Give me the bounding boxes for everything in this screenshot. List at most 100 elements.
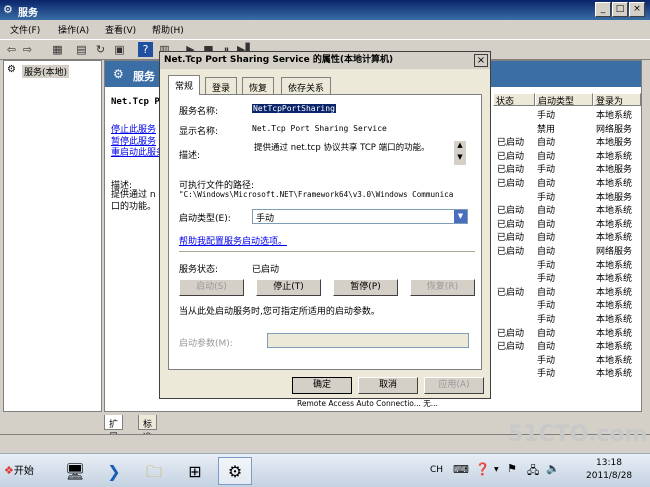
back-icon[interactable]: ⇦ xyxy=(4,42,19,57)
row-startup-type: 手动 xyxy=(537,274,556,285)
bottom-service-row[interactable]: Remote Access Auto Connectio... 无... xyxy=(297,398,438,409)
tree-toggle-icon[interactable]: ▦ xyxy=(50,42,65,57)
export-icon[interactable]: ▣ xyxy=(112,42,127,57)
maximize-button[interactable]: □ xyxy=(612,2,628,17)
dialog-close-button[interactable]: × xyxy=(474,54,488,67)
properties-icon[interactable]: ▤ xyxy=(74,42,89,57)
server-manager-icon[interactable]: 🖥 xyxy=(58,457,92,485)
row-startup-type: 自动 xyxy=(537,138,556,149)
properties-dialog: Net.Tcp Port Sharing Service 的属性(本地计算机) … xyxy=(159,51,491,399)
start-button[interactable]: ❖开始 xyxy=(2,459,42,483)
row-startup-type: 手动 xyxy=(537,355,556,366)
forward-icon[interactable]: ⇨ xyxy=(20,42,35,57)
tab-recovery[interactable]: 恢复 xyxy=(242,77,275,95)
column-logon[interactable]: 登录为 xyxy=(593,93,641,107)
table-row[interactable]: 已启动 自动 网络服务 xyxy=(493,243,643,257)
row-status: 已启动 xyxy=(497,151,525,162)
row-startup-type: 自动 xyxy=(537,287,556,298)
description-box[interactable]: 提供通过 net.tcp 协议共享 TCP 端口的功能。 ▲ ▼ xyxy=(251,140,467,166)
gear-icon: ⚙ xyxy=(113,67,124,81)
chevron-down-icon[interactable]: ▼ xyxy=(494,466,499,473)
service-status-value: 已启动 xyxy=(252,265,280,275)
menu-help[interactable]: 帮助(H) xyxy=(152,23,184,36)
table-row[interactable]: 已启动 自动 本地系统 xyxy=(493,216,643,230)
row-status: 已启动 xyxy=(497,328,525,339)
params-input[interactable] xyxy=(267,333,469,348)
table-row[interactable]: 手动 本地系统 xyxy=(493,352,643,366)
table-row[interactable]: 已启动 自动 本地系统 xyxy=(493,284,643,298)
help-icon[interactable]: ❓ xyxy=(475,462,490,476)
table-row[interactable]: 已启动 自动 本地系统 xyxy=(493,338,643,352)
tab-dependencies[interactable]: 依存关系 xyxy=(281,77,332,95)
menu-file[interactable]: 文件(F) xyxy=(10,23,40,36)
table-row[interactable]: 手动 本地系统 xyxy=(493,107,643,121)
resume-button[interactable]: 恢复(R) xyxy=(410,279,475,296)
volume-icon[interactable]: 🔈 xyxy=(546,462,560,475)
row-startup-type: 自动 xyxy=(537,328,556,339)
table-row[interactable]: 手动 本地系统 xyxy=(493,257,643,271)
pause-button[interactable]: 暂停(P) xyxy=(333,279,398,296)
table-row[interactable]: 手动 本地系统 xyxy=(493,270,643,284)
keyboard-icon[interactable]: ⌨ xyxy=(453,463,469,476)
table-row[interactable]: 已启动 自动 本地系统 xyxy=(493,148,643,162)
refresh-icon[interactable]: ↻ xyxy=(93,42,108,57)
clock-time[interactable]: 13:18 xyxy=(596,458,622,468)
tab-standard[interactable]: 标准 xyxy=(138,415,158,443)
chevron-down-icon[interactable]: ▼ xyxy=(454,210,467,223)
general-tab-panel: 服务名称: NetTcpPortSharing 显示名称: Net.Tcp Po… xyxy=(168,94,482,370)
table-row[interactable]: 手动 本地服务 xyxy=(493,189,643,203)
tab-extended[interactable]: 扩展 xyxy=(104,415,124,443)
language-indicator[interactable]: CH xyxy=(430,465,443,475)
column-status[interactable]: 状态 xyxy=(493,93,535,107)
row-status: 已启动 xyxy=(497,206,525,217)
scroll-down-icon[interactable]: ▼ xyxy=(454,153,466,165)
display-name-value[interactable]: Net.Tcp Port Sharing Service xyxy=(252,124,387,133)
dialog-title[interactable]: Net.Tcp Port Sharing Service 的属性(本地计算机) xyxy=(160,52,490,69)
table-row[interactable]: 手动 本地系统 xyxy=(493,311,643,325)
close-button[interactable]: × xyxy=(629,2,645,17)
stop-button[interactable]: 停止(T) xyxy=(256,279,321,296)
menu-action[interactable]: 操作(A) xyxy=(58,23,89,36)
explorer-icon[interactable]: 🗀 xyxy=(137,457,171,485)
row-logon-as: 本地系统 xyxy=(596,151,633,162)
row-startup-type: 自动 xyxy=(537,247,556,257)
startup-help-link[interactable]: 帮助我配置服务启动选项。 xyxy=(179,234,287,247)
table-row[interactable]: 已启动 自动 本地系统 xyxy=(493,202,643,216)
start-button[interactable]: 启动(S) xyxy=(179,279,244,296)
tab-general[interactable]: 常规 xyxy=(168,75,201,95)
ok-button[interactable]: 确定 xyxy=(292,377,352,394)
startup-type-select[interactable]: 手动 ▼ xyxy=(252,209,468,224)
tab-logon[interactable]: 登录 xyxy=(205,77,238,95)
path-value[interactable]: "C:\Windows\Microsoft.NET\Framework64\v3… xyxy=(179,190,479,199)
table-row[interactable]: 禁用 网络服务 xyxy=(493,121,643,135)
services-app-icon[interactable]: ⚙ xyxy=(218,457,252,485)
scroll-up-icon[interactable]: ▲ xyxy=(454,141,466,153)
table-row[interactable]: 已启动 自动 本地系统 xyxy=(493,175,643,189)
clock-date[interactable]: 2011/8/28 xyxy=(586,471,632,481)
table-row[interactable]: 手动 本地系统 xyxy=(493,297,643,311)
table-row[interactable]: 已启动 自动 本地服务 xyxy=(493,134,643,148)
network-tray-icon[interactable]: 🖧 xyxy=(527,462,539,481)
row-startup-type: 自动 xyxy=(537,233,556,244)
tree-root-item[interactable]: 服务(本地) xyxy=(22,65,70,78)
row-logon-as: 本地系统 xyxy=(596,369,633,380)
cancel-button[interactable]: 取消 xyxy=(358,377,418,394)
table-row[interactable]: 手动 本地系统 xyxy=(493,365,643,379)
table-row[interactable]: 已启动 手动 本地服务 xyxy=(493,161,643,175)
minimize-button[interactable]: _ xyxy=(595,2,611,17)
table-row[interactable]: 已启动 自动 本地系统 xyxy=(493,229,643,243)
restart-service-link[interactable]: 重启动此服务 xyxy=(111,145,165,158)
notification-icon[interactable]: ⚑ xyxy=(507,462,517,475)
menu-view[interactable]: 查看(V) xyxy=(105,23,136,36)
row-logon-as: 本地服务 xyxy=(596,192,633,203)
help-icon[interactable]: ? xyxy=(138,42,153,57)
row-status: 已启动 xyxy=(497,138,525,149)
table-row[interactable]: 已启动 自动 本地系统 xyxy=(493,325,643,339)
network-icon[interactable]: ⊞ xyxy=(178,457,212,485)
column-startup[interactable]: 启动类型 xyxy=(535,93,593,107)
powershell-icon[interactable]: ❯ xyxy=(97,457,131,485)
service-name-value[interactable]: NetTcpPortSharing xyxy=(252,104,336,113)
startup-type-value: 手动 xyxy=(256,214,275,224)
title-bar[interactable]: ⚙ 服务 _ □ × xyxy=(0,0,650,20)
apply-button[interactable]: 应用(A) xyxy=(424,377,484,394)
